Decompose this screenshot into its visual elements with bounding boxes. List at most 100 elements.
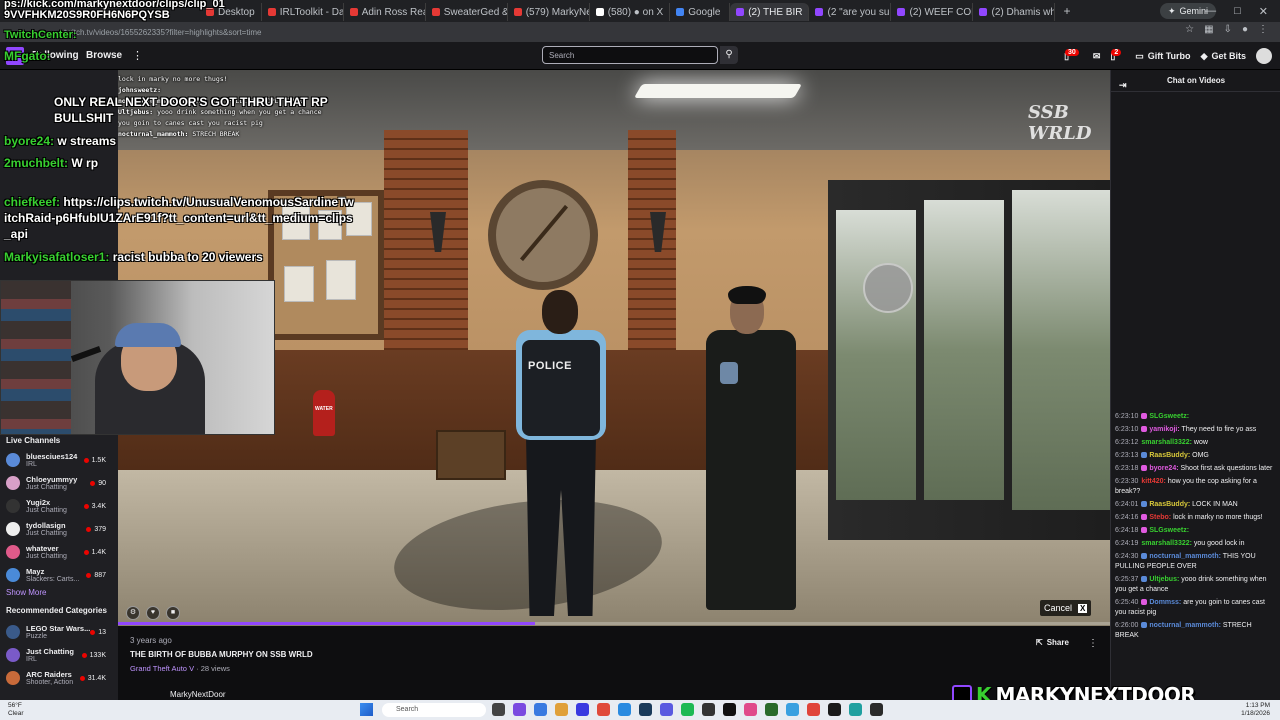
tab-favicon-icon [815,8,824,16]
browser-tab[interactable]: (579) MarkyNex [508,3,590,21]
minimize-button[interactable]: — [1205,5,1216,17]
settings-icon[interactable]: ⚙ [126,606,140,620]
new-tab-button[interactable]: + [1063,4,1070,18]
task-view-icon[interactable] [492,703,505,716]
sidebar-channel[interactable]: Yugi2x Just Chatting 3.4K [0,495,118,517]
search-input[interactable]: Search [542,46,718,64]
profile-icon[interactable]: ● [1242,24,1248,35]
chat-username[interactable]: yamikoji: [1149,426,1179,433]
get-bits-button[interactable]: ◆ Get Bits [1201,51,1246,62]
maximize-button[interactable]: □ [1234,5,1241,17]
chat-username[interactable]: Stebo: [1149,514,1171,521]
viewer-count: 1.4K [83,549,118,556]
sidebar-category[interactable]: ARC Raiders Shooter, Action 31.4K [0,667,118,689]
taskbar-clock[interactable]: 1:13 PM 1/18/2026 [1241,702,1270,718]
clock-time: 1:13 PM [1245,702,1270,709]
browser-tab[interactable]: (2 "are you su [809,3,892,21]
tab-favicon-icon [513,8,522,16]
browser-tab[interactable]: (2) THE BIR [730,3,810,21]
video-progress-bar[interactable] [118,622,1110,625]
close-icon[interactable]: X [1078,603,1088,613]
browser-tab[interactable]: (2) WEEF CONFI [891,3,974,21]
chat-username[interactable]: nocturnal_mammoth: [1149,622,1221,629]
app-icon[interactable] [534,703,547,716]
steam-icon[interactable] [639,703,652,716]
app-icon[interactable] [828,703,841,716]
more-options-icon[interactable]: ⋮ [1088,638,1098,649]
address-bar[interactable]: twitch.tv/videos/1655262335?filter=highl… [0,22,1280,42]
chat-username[interactable]: Ultjebus: [1149,576,1179,583]
chat-username[interactable]: kitt420: [1141,478,1166,485]
collapse-chat-icon[interactable]: ⇥ [1119,74,1127,96]
discord-icon[interactable] [660,703,673,716]
user-avatar[interactable] [1256,48,1272,64]
app-icon[interactable] [765,703,778,716]
star-icon[interactable]: ☆ [1185,24,1194,35]
app-icon[interactable] [576,703,589,716]
chat-username[interactable]: nocturnal_mammoth: [1149,553,1221,560]
search-icon[interactable]: ⚲ [720,46,738,64]
overlay-twitch-center: TwitchCenter: [4,29,77,41]
glass-pane [836,210,916,500]
chat-username[interactable]: RaasBuddy: [1149,501,1190,508]
browser-tab[interactable]: Google [670,3,731,21]
sidebar-channel[interactable]: Chloeyummyy Just Chatting 90 [0,472,118,494]
chat-username[interactable]: SLGsweetz: [1149,413,1189,420]
app-icon[interactable] [744,703,757,716]
sidebar-channel[interactable]: tydollasign Just Chatting 379 [0,518,118,540]
app-icon[interactable] [870,703,883,716]
chat-username[interactable]: byore24: [1149,465,1178,472]
app-icon[interactable] [786,703,799,716]
show-more-link[interactable]: Show More [6,588,46,597]
sidebar-channel[interactable]: Mayz Slackers: Carts... 887 [0,564,118,586]
extension-icon[interactable]: ▦ [1204,24,1213,35]
app-icon[interactable] [807,703,820,716]
browser-tab[interactable]: IRLToolkit - Das [262,3,344,21]
sidebar-category[interactable]: LEGO Star Wars... Puzzle 13 [0,621,118,643]
channel-game: Just Chatting [26,553,67,560]
gift-turbo-button[interactable]: ▭ Gift Turbo [1135,51,1190,62]
heart-icon[interactable]: ♥ [146,606,160,620]
chat-username[interactable]: RaasBuddy: [1149,452,1190,459]
live-dot-icon [81,652,87,658]
chat-username[interactable]: Dommss: [1149,599,1181,606]
streamer-webcam [0,280,275,435]
browser-tab[interactable]: (580) ● on X [590,3,671,21]
clip-icon[interactable]: ■ [166,606,180,620]
prime-icon[interactable]: ▯30 [1064,48,1083,62]
chrome-icon[interactable] [618,703,631,716]
weather-widget[interactable]: 56°F Clear [8,702,24,718]
windows-start-icon[interactable] [360,703,373,716]
chat-username[interactable]: SLGsweetz: [1149,527,1189,534]
sidebar-channel[interactable]: whatever Just Chatting 1.4K [0,541,118,563]
taskbar-search[interactable]: Search [382,703,486,717]
channel-text: Mayz Slackers: Carts... [26,567,86,583]
chat-username[interactable]: smarshall3322: [1141,540,1192,547]
share-button[interactable]: ⇱ Share [1036,638,1069,647]
folder-icon[interactable] [555,703,568,716]
browser-tab[interactable]: (2) Dhamis what [973,3,1056,21]
app-icon[interactable] [702,703,715,716]
spotify-icon[interactable] [681,703,694,716]
sidebar-channel[interactable]: bluesciues124 IRL 1.5K [0,449,118,471]
browser-tab[interactable]: Adin Ross React [344,3,426,21]
close-window-button[interactable]: ✕ [1259,5,1268,18]
inbox-icon[interactable]: ✉ [1093,51,1101,62]
obs-icon[interactable] [723,703,736,716]
chat-badge-icon [1141,514,1148,521]
chat-badge-icon [1141,413,1148,420]
nav-more-icon[interactable]: ⋮ [132,49,143,62]
app-icon[interactable] [597,703,610,716]
app-icon[interactable] [513,703,526,716]
app-icon[interactable] [849,703,862,716]
streamer-name[interactable]: MarkyNextDoor [170,690,226,699]
whispers-icon[interactable]: ▯2 [1110,48,1125,62]
cancel-button[interactable]: Cancel X [1040,600,1092,616]
download-icon[interactable]: ⇩ [1224,24,1232,35]
browser-tab[interactable]: SweaterGed & fi [426,3,508,21]
sidebar-category[interactable]: Just Chatting IRL 133K [0,644,118,666]
game-link[interactable]: Grand Theft Auto V [130,664,194,673]
menu-icon[interactable]: ⋮ [1258,24,1268,35]
chat-username[interactable]: smarshall3322: [1141,439,1192,446]
nav-browse[interactable]: Browse [86,50,122,61]
